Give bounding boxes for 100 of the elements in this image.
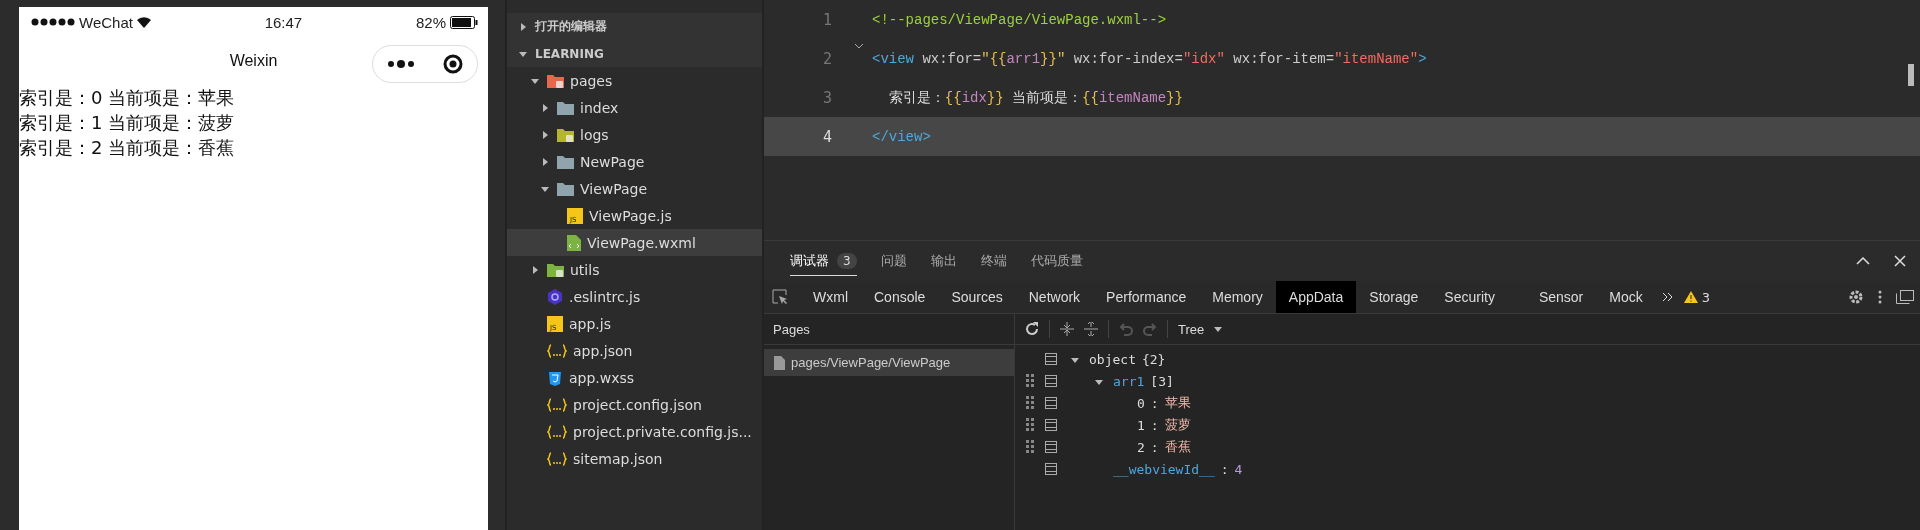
file-tree-item[interactable]: .eslintrc.js	[507, 283, 762, 310]
inspect-icon[interactable]	[772, 289, 788, 305]
data-value: 4	[1234, 461, 1243, 477]
line-number: 1	[821, 10, 833, 29]
text-cursor	[1908, 64, 1914, 86]
caret-icon	[531, 76, 539, 85]
dock-icon[interactable]	[1896, 290, 1914, 304]
panel-tab[interactable]: 调试器 3	[790, 246, 857, 276]
panel-tab[interactable]: 代码质量	[1030, 246, 1083, 276]
file-tree-item[interactable]: ViewPage.wxml	[507, 229, 762, 256]
panel-tab[interactable]: 输出	[930, 246, 957, 276]
caret-icon	[1095, 377, 1103, 386]
data-value: 苹果	[1164, 394, 1191, 412]
close-icon[interactable]	[1894, 255, 1906, 267]
more-icon	[387, 60, 414, 68]
row-icon	[1045, 397, 1057, 409]
signal-icon	[31, 18, 75, 26]
row-icon	[1045, 419, 1057, 431]
devtools-tab[interactable]: Storage	[1356, 281, 1432, 313]
kebab-menu-icon[interactable]	[1878, 290, 1882, 304]
devtools-tab[interactable]: Network	[1015, 281, 1094, 313]
file-icon	[774, 355, 785, 370]
warning-count: 3	[1701, 289, 1710, 305]
key-separator: :	[1149, 439, 1160, 455]
code-file-icon	[567, 234, 581, 251]
caret-icon	[541, 103, 549, 112]
refresh-icon[interactable]	[1025, 322, 1039, 336]
code-line: </view>	[872, 128, 931, 145]
devtools-tab[interactable]: AppData	[1275, 281, 1357, 313]
carrier-name: WeChat	[79, 13, 133, 31]
devtools-tab[interactable]: Console	[861, 281, 939, 313]
explorer-section[interactable]: LEARNING	[507, 40, 762, 67]
file-tree-item[interactable]: app.json	[507, 337, 762, 364]
row-icon	[1045, 463, 1057, 475]
row-icon	[1045, 353, 1057, 365]
line-number: 4	[821, 127, 833, 146]
more-tabs-icon[interactable]	[1661, 292, 1674, 302]
data-key: 2	[1137, 439, 1145, 455]
drag-handle-icon	[1026, 440, 1034, 454]
line-number: 2	[821, 49, 833, 68]
devtools-tab[interactable]: Security	[1431, 281, 1508, 313]
devtools-tab[interactable]: Memory	[1199, 281, 1276, 313]
page-item[interactable]: pages/ViewPage/ViewPage	[764, 349, 1014, 376]
data-key: 0	[1137, 395, 1145, 411]
data-value: 菠萝	[1164, 416, 1191, 434]
file-tree-item[interactable]: project.config.json	[507, 391, 762, 418]
folder-icon	[547, 262, 564, 277]
file-tree-item[interactable]: app.wxss	[507, 364, 762, 391]
list-text: 索引是：1 当前项是：菠萝	[19, 111, 236, 135]
devtools-tab[interactable]: Wxml	[800, 281, 861, 313]
braces-icon	[547, 397, 567, 412]
file-tree-item[interactable]: NewPage	[507, 148, 762, 175]
file-tree-item[interactable]: sitemap.json	[507, 445, 762, 472]
folder-icon	[557, 181, 574, 196]
panel-tab[interactable]: 问题	[880, 246, 907, 276]
panel-tab[interactable]: 终端	[980, 246, 1007, 276]
row-icon	[1045, 375, 1057, 387]
expand-icon[interactable]	[1084, 322, 1098, 336]
folder-icon	[557, 154, 574, 169]
drag-handle-icon	[1026, 374, 1034, 388]
code-line: 索引是：{{idx}} 当前项是：{{itemName}}	[887, 88, 1183, 107]
view-mode-select[interactable]: Tree	[1178, 321, 1205, 337]
drag-handle-icon	[1026, 418, 1034, 432]
caret-icon	[519, 22, 527, 31]
file-tree-item[interactable]: utils	[507, 256, 762, 283]
devtools-tab[interactable]: Sensor	[1525, 281, 1597, 313]
data-key: 1	[1137, 417, 1145, 433]
data-value: {2}	[1141, 351, 1166, 367]
file-tree-item[interactable]: index	[507, 94, 762, 121]
fold-chevron-icon	[854, 43, 864, 49]
nav-title: Weixin	[229, 52, 278, 70]
braces-icon	[547, 451, 567, 466]
file-tree-item[interactable]: logs	[507, 121, 762, 148]
devtools-tab[interactable]: Sources	[938, 281, 1016, 313]
data-value: 香蕉	[1164, 438, 1191, 456]
list-text: 索引是：0 当前项是：苹果	[19, 86, 236, 110]
caret-icon	[541, 130, 549, 139]
devtools-tab[interactable]: Performance	[1093, 281, 1200, 313]
battery-icon	[450, 15, 478, 29]
explorer-section[interactable]: 打开的编辑器	[507, 13, 762, 40]
braces-icon	[547, 424, 567, 439]
status-time: 16:47	[264, 13, 303, 31]
folder-icon	[547, 73, 564, 88]
data-value: [3]	[1150, 373, 1174, 389]
collapse-icon[interactable]	[1060, 322, 1074, 336]
settings-icon[interactable]	[1848, 289, 1864, 305]
caret-icon	[541, 184, 549, 193]
code-line: <view wx:for="{{arr1}}" wx:for-index="idx" wx:for-item="itemName">	[872, 50, 1427, 67]
chevron-up-icon[interactable]	[1856, 257, 1870, 265]
caret-icon	[541, 157, 549, 166]
dropdown-caret-icon	[1214, 325, 1223, 333]
caret-icon	[519, 49, 527, 58]
braces-icon	[547, 343, 567, 358]
data-key: __webviewId__	[1113, 461, 1215, 477]
file-tree-item[interactable]: ViewPage	[507, 175, 762, 202]
list-text: 索引是：2 当前项是：香蕉	[19, 136, 236, 160]
file-tree-item[interactable]: project.private.config.js...	[507, 418, 762, 445]
file-tree-item[interactable]: pages	[507, 67, 762, 94]
key-separator: :	[1219, 461, 1230, 477]
devtools-tab[interactable]: Mock	[1596, 281, 1656, 313]
